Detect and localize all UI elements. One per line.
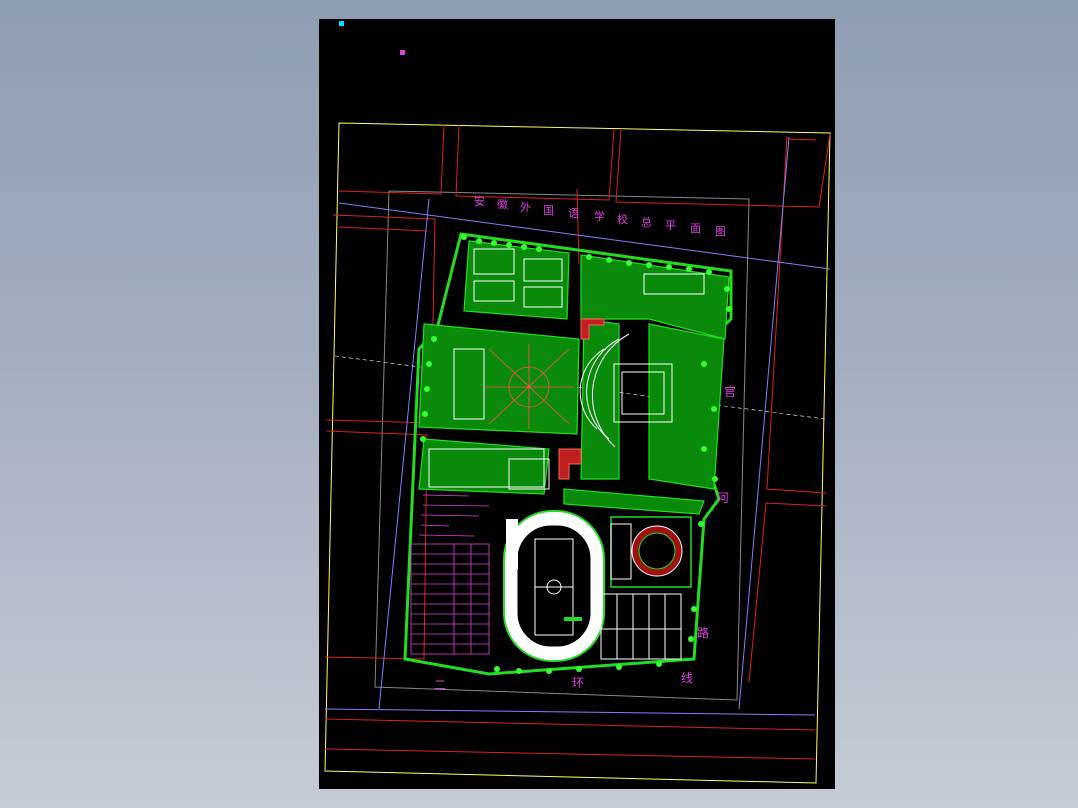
title-char: 平 <box>665 219 676 232</box>
running-track <box>503 510 605 662</box>
vegetation <box>418 240 730 515</box>
road-east-char: 路 <box>697 625 709 640</box>
title-char: 国 <box>543 204 554 217</box>
road-lines <box>324 124 831 760</box>
road-south-char: 线 <box>681 671 693 685</box>
small-stadium <box>610 516 692 588</box>
title-char: 校 <box>617 212 628 226</box>
title-char: 徽 <box>497 197 508 211</box>
legend-table <box>410 543 490 655</box>
title-char: 总 <box>641 215 652 229</box>
cad-drawing-viewport[interactable]: 安 徽 外 国 语 学 校 总 平 面 图 官 河 路 二 环 线 <box>319 19 835 789</box>
road-south-char: 环 <box>572 676 584 690</box>
title-char: 语 <box>568 207 579 220</box>
road-east-char: 官 <box>724 384 736 399</box>
grandstand <box>506 519 518 569</box>
road-east-char: 河 <box>717 491 729 505</box>
legend-notes <box>418 494 490 537</box>
title-char: 学 <box>594 209 605 223</box>
site-plan-svg: 安 徽 外 国 语 学 校 总 平 面 图 官 河 路 二 环 线 <box>324 122 831 784</box>
title-labels: 安 徽 外 国 语 学 校 总 平 面 图 <box>474 194 726 238</box>
title-char: 外 <box>520 201 531 214</box>
title-char: 安 <box>474 194 485 208</box>
title-char: 面 <box>690 222 701 235</box>
courts <box>600 593 682 660</box>
road-south-char: 二 <box>434 678 446 692</box>
title-char: 图 <box>715 225 726 238</box>
